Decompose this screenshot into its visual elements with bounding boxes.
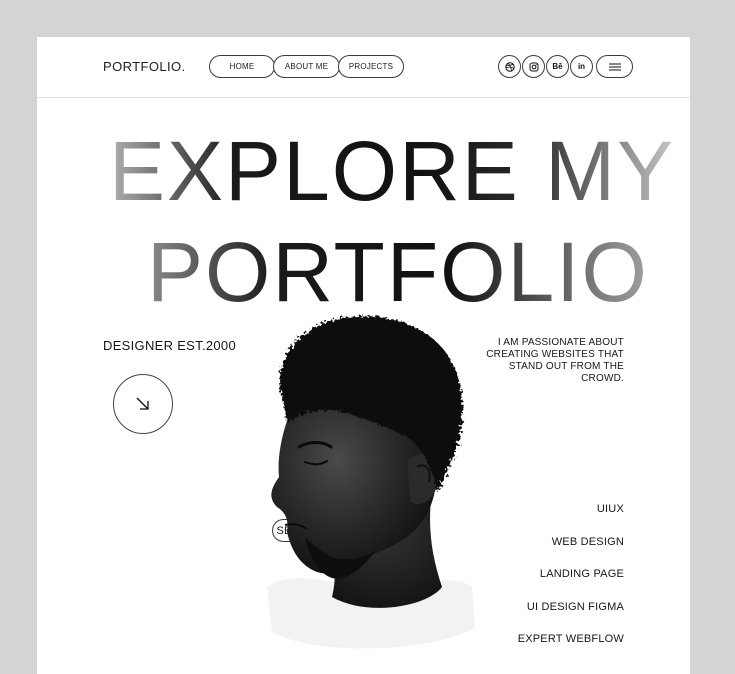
- hamburger-menu-icon[interactable]: [596, 55, 633, 78]
- linkedin-icon[interactable]: in: [570, 55, 593, 78]
- service-item-ui-design-figma: UI DESIGN FIGMA: [526, 600, 624, 613]
- designer-established-label: DESIGNER EST.2000: [103, 338, 236, 353]
- portrait-photo: [267, 315, 475, 649]
- main-nav: HOME ABOUT ME SERVICES PROJECTS: [209, 55, 404, 542]
- top-navigation-bar: PORTFOLIO. HOME ABOUT ME SERVICES PROJEC…: [37, 37, 690, 542]
- nav-about-button[interactable]: ABOUT ME: [273, 55, 340, 78]
- brand-logo[interactable]: PORTFOLIO.: [103, 59, 186, 74]
- hero-title-line-1: EXPLORE MY: [109, 124, 676, 218]
- service-item-landing-page: LANDING PAGE: [539, 568, 624, 580]
- service-item-expert-webflow: EXPERT WEBFLOW: [517, 633, 624, 645]
- social-links: Bē in: [498, 55, 633, 78]
- dribbble-icon[interactable]: [498, 55, 521, 78]
- nav-projects-button[interactable]: PROJECTS: [338, 55, 404, 78]
- arrow-down-right-icon: [136, 397, 149, 410]
- portfolio-page: PORTFOLIO. HOME ABOUT ME SERVICES PROJEC…: [37, 37, 690, 674]
- intro-tagline: I AM PASSIONATE ABOUT CREATING WEBSITES …: [486, 337, 624, 384]
- instagram-icon[interactable]: [522, 55, 545, 78]
- nav-home-button[interactable]: HOME: [209, 55, 275, 78]
- scroll-down-button[interactable]: [113, 374, 173, 434]
- services-list: UIUX WEB DESIGN LANDING PAGE UI DESIGN F…: [518, 501, 624, 664]
- service-item-uiux: UIUX: [596, 503, 624, 515]
- service-item-web-design: WEB DESIGN: [551, 535, 624, 548]
- behance-icon[interactable]: Bē: [546, 55, 569, 78]
